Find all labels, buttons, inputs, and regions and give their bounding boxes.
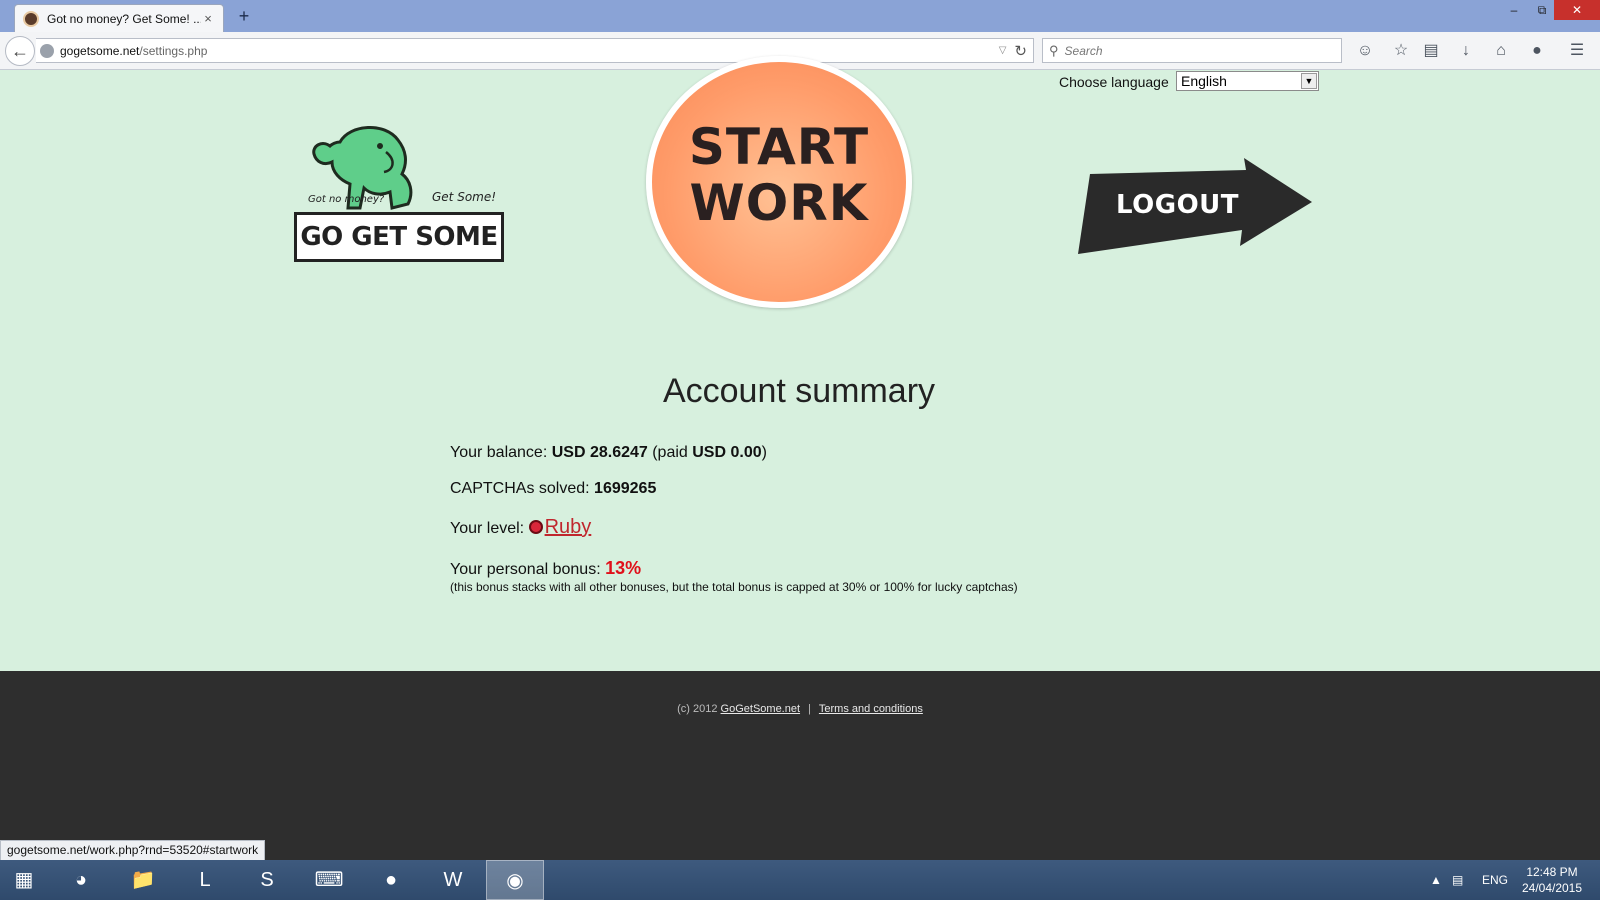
chat-icon[interactable]: ● xyxy=(1526,40,1548,62)
clock-date: 24/04/2015 xyxy=(1521,881,1583,895)
search-input[interactable]: ⚲ Search xyxy=(1042,38,1342,63)
taskbar-app-green-icon[interactable]: ◕ xyxy=(52,860,110,900)
tray-language[interactable]: ENG xyxy=(1482,860,1508,900)
start-work-line2: WORK xyxy=(689,174,869,232)
bookmark-star-icon[interactable]: ☆ xyxy=(1390,40,1412,62)
bonus-row: Your personal bonus: 13% xyxy=(450,558,641,579)
url-path: /settings.php xyxy=(139,43,208,58)
file-explorer-icon[interactable]: 📁 xyxy=(114,860,172,900)
browser-tab-strip: Got no money? Get Some! ... × + – ⧉ ✕ xyxy=(0,0,1600,32)
download-icon[interactable]: ↓ xyxy=(1455,40,1477,62)
taskbar-app-red-icon[interactable]: ● xyxy=(362,860,420,900)
network-icon[interactable]: ▤ xyxy=(1452,860,1463,900)
captchas-value: 1699265 xyxy=(594,480,657,497)
level-label: Your level: xyxy=(450,520,529,537)
logo-tagline-left: Got no money? xyxy=(308,194,385,205)
logout-label: LOGOUT xyxy=(1116,190,1240,220)
taskbar-app-l-icon[interactable]: L xyxy=(176,860,234,900)
footer-line: (c) 2012 GoGetSome.net | Terms and conditi… xyxy=(0,703,1600,715)
balance-label: Your balance: xyxy=(450,444,552,461)
address-bar[interactable]: gogetsome.net /settings.php ▽ ↻ xyxy=(36,38,1034,63)
summary-title: Account summary xyxy=(662,372,936,410)
paid-suffix: ) xyxy=(761,444,767,461)
windows-start-icon[interactable]: ▦ xyxy=(0,860,48,900)
tray-expand-icon[interactable]: ▲ xyxy=(1430,860,1442,900)
bonus-note: (this bonus stacks with all other bonuse… xyxy=(450,580,1018,594)
menu-icon[interactable]: ☰ xyxy=(1566,40,1588,62)
keyboard-icon[interactable]: ⌨ xyxy=(300,860,358,900)
logout-button[interactable]: LOGOUT xyxy=(1076,158,1316,258)
new-tab-button[interactable]: + xyxy=(234,6,254,26)
system-clock[interactable]: 12:48 PM 24/04/2015 xyxy=(1510,864,1594,896)
ruby-level-icon xyxy=(528,520,543,534)
tab-close-icon[interactable]: × xyxy=(201,11,215,26)
reload-icon[interactable]: ↻ xyxy=(1014,42,1027,60)
globe-icon xyxy=(40,43,54,58)
level-row: Your level: Ruby xyxy=(450,516,591,539)
language-select[interactable]: English ▼ xyxy=(1176,71,1319,91)
skype-icon[interactable]: S xyxy=(238,860,296,900)
addon-icon[interactable]: ☺ xyxy=(1354,40,1376,62)
home-icon[interactable]: ⌂ xyxy=(1490,40,1512,62)
level-link[interactable]: Ruby xyxy=(545,516,592,538)
site-favicon-icon xyxy=(23,10,39,27)
site-logo[interactable]: Got no money? Get Some! GO GET SOME xyxy=(290,122,505,264)
windows-taskbar: ▦ ◕ 📁 L S ⌨ ● W ◉ ▲ ▤ ENG 12:48 PM 24/04… xyxy=(0,860,1600,900)
start-work-button[interactable]: START WORK xyxy=(646,56,912,308)
language-selected-value: English xyxy=(1181,73,1227,89)
logo-text: GO GET SOME xyxy=(294,212,504,262)
footer-terms-link[interactable]: Terms and conditions xyxy=(819,703,923,715)
language-label: Choose language xyxy=(1059,74,1169,90)
browser-tab[interactable]: Got no money? Get Some! ... × xyxy=(14,4,224,32)
chevron-down-icon: ▼ xyxy=(1301,73,1317,89)
captchas-row: CAPTCHAs solved: 1699265 xyxy=(450,480,656,498)
clock-time: 12:48 PM xyxy=(1526,865,1578,879)
footer-site-link[interactable]: GoGetSome.net xyxy=(721,703,801,715)
word-icon[interactable]: W xyxy=(424,860,482,900)
bookmarks-list-icon[interactable]: ▤ xyxy=(1420,40,1442,62)
page-footer: (c) 2012 GoGetSome.net | Terms and conditi… xyxy=(0,671,1600,861)
captchas-label: CAPTCHAs solved: xyxy=(450,480,595,497)
status-bar-url: gogetsome.net/work.php?rnd=53520#startwo… xyxy=(0,840,266,861)
paid-value: USD 0.00 xyxy=(692,444,762,461)
tab-title: Got no money? Get Some! ... xyxy=(47,11,201,26)
bonus-value: 13% xyxy=(605,558,642,578)
window-close-icon[interactable]: ✕ xyxy=(1554,0,1600,20)
balance-row: Your balance: USD 28.6247 (paid USD 0.00… xyxy=(450,444,767,462)
logo-tagline-right: Get Some! xyxy=(432,190,497,204)
firefox-icon[interactable]: ◉ xyxy=(486,860,544,900)
footer-copyright: (c) 2012 xyxy=(677,703,721,715)
search-placeholder: Search xyxy=(1064,43,1103,58)
url-dropdown-icon[interactable]: ▽ xyxy=(999,45,1007,56)
account-summary: Account summary Your balance: USD 28.624… xyxy=(450,372,1150,594)
url-host: gogetsome.net xyxy=(60,43,140,58)
back-button[interactable]: ← xyxy=(5,36,35,66)
restore-icon[interactable]: ⧉ xyxy=(1528,0,1556,20)
minimize-icon[interactable]: – xyxy=(1500,0,1528,20)
footer-separator: | xyxy=(808,703,811,715)
balance-value: USD 28.6247 xyxy=(551,444,648,461)
bonus-label: Your personal bonus: xyxy=(450,561,606,578)
search-icon: ⚲ xyxy=(1049,42,1059,58)
start-work-line1: START xyxy=(688,118,870,176)
paid-prefix: (paid xyxy=(647,444,693,461)
